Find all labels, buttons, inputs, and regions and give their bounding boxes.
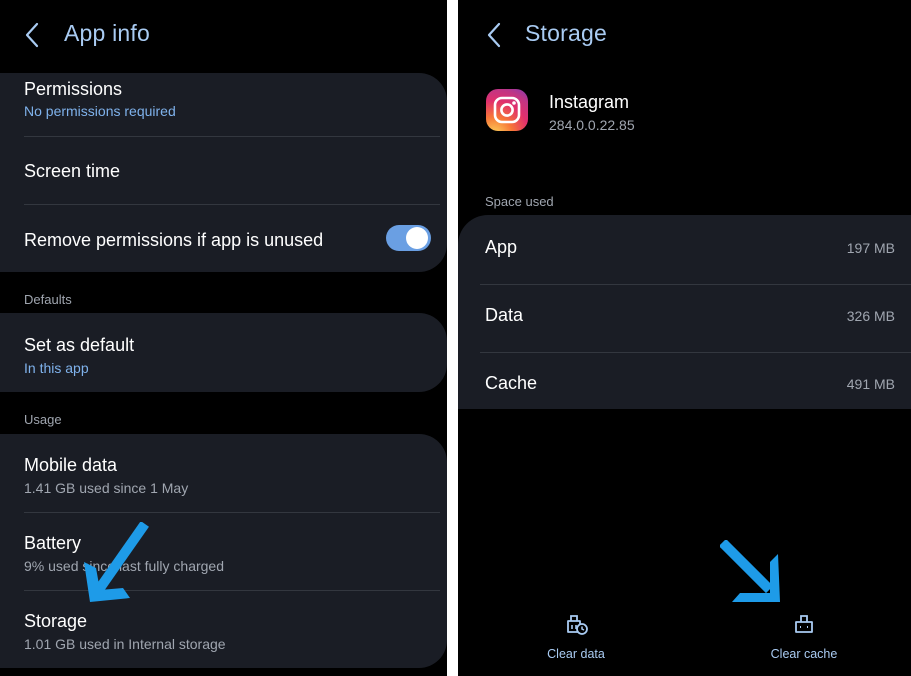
- clear-cache-button[interactable]: Clear cache: [744, 611, 864, 661]
- page-title: Storage: [525, 20, 607, 46]
- row-label: Data: [485, 305, 524, 325]
- clear-data-button[interactable]: Clear data: [516, 611, 636, 661]
- row-value: 326 MB: [846, 308, 895, 324]
- storage-header: Storage: [458, 0, 911, 70]
- mobile-data-item[interactable]: Mobile data 1.41 GB used since 1 May: [24, 455, 447, 496]
- row-value: 197 MB: [846, 240, 895, 256]
- set-as-default-label: Set as default: [24, 335, 135, 355]
- set-as-default-sub: In this app: [24, 360, 89, 376]
- clear-cache-label: Clear cache: [770, 647, 838, 661]
- permissions-label: Permissions: [24, 79, 123, 99]
- app-info-screen: App info Permissions No permissions requ…: [0, 0, 447, 676]
- storage-item[interactable]: Storage 1.01 GB used in Internal storage: [24, 611, 447, 652]
- row-value: 491 MB: [846, 376, 895, 392]
- instagram-icon: [486, 89, 528, 131]
- screen-time-item[interactable]: Screen time: [24, 161, 447, 181]
- set-as-default-item[interactable]: Set as default In this app: [24, 335, 447, 376]
- defaults-card: Set as default In this app: [0, 313, 447, 392]
- annotation-arrow-icon: [84, 522, 149, 602]
- defaults-section-label: Defaults: [24, 292, 72, 307]
- app-name: Instagram: [549, 92, 630, 112]
- toggle-knob: [406, 227, 428, 249]
- row-label: App: [485, 237, 518, 257]
- divider: [24, 512, 440, 513]
- clear-cache-icon: [795, 615, 813, 633]
- mobile-data-sub: 1.41 GB used since 1 May: [24, 480, 189, 496]
- divider: [24, 136, 440, 137]
- mobile-data-label: Mobile data: [24, 455, 118, 475]
- usage-section-label: Usage: [24, 412, 62, 427]
- usage-card: Mobile data 1.41 GB used since 1 May Bat…: [0, 434, 447, 668]
- divider: [480, 352, 911, 353]
- remove-permissions-toggle[interactable]: [386, 225, 431, 251]
- back-arrow-icon[interactable]: [486, 22, 502, 48]
- storage-label: Storage: [24, 611, 88, 631]
- screen-time-label: Screen time: [24, 161, 121, 181]
- permissions-item[interactable]: Permissions No permissions required: [24, 79, 447, 119]
- space-used-card: App 197 MB Data 326 MB Cache 491 MB: [458, 215, 911, 409]
- row-label: Cache: [485, 373, 538, 393]
- divider: [24, 204, 440, 205]
- divider: [480, 284, 911, 285]
- storage-screen: Storage Instagram 284.0.0.22.85 Space us…: [458, 0, 911, 676]
- page-title: App info: [64, 20, 150, 46]
- remove-permissions-label: Remove permissions if app is unused: [24, 230, 324, 250]
- app-info-header: App info: [0, 0, 447, 70]
- remove-permissions-item[interactable]: Remove permissions if app is unused: [24, 230, 447, 250]
- back-arrow-icon[interactable]: [24, 22, 40, 48]
- space-used-label: Space used: [485, 194, 554, 209]
- clear-data-label: Clear data: [547, 647, 605, 661]
- storage-sub: 1.01 GB used in Internal storage: [24, 636, 226, 652]
- app-version: 284.0.0.22.85: [549, 117, 635, 133]
- annotation-arrow-icon: [720, 540, 780, 602]
- permissions-sub: No permissions required: [24, 103, 176, 119]
- clear-data-icon: [567, 615, 588, 635]
- permissions-card: Permissions No permissions required Scre…: [0, 73, 447, 272]
